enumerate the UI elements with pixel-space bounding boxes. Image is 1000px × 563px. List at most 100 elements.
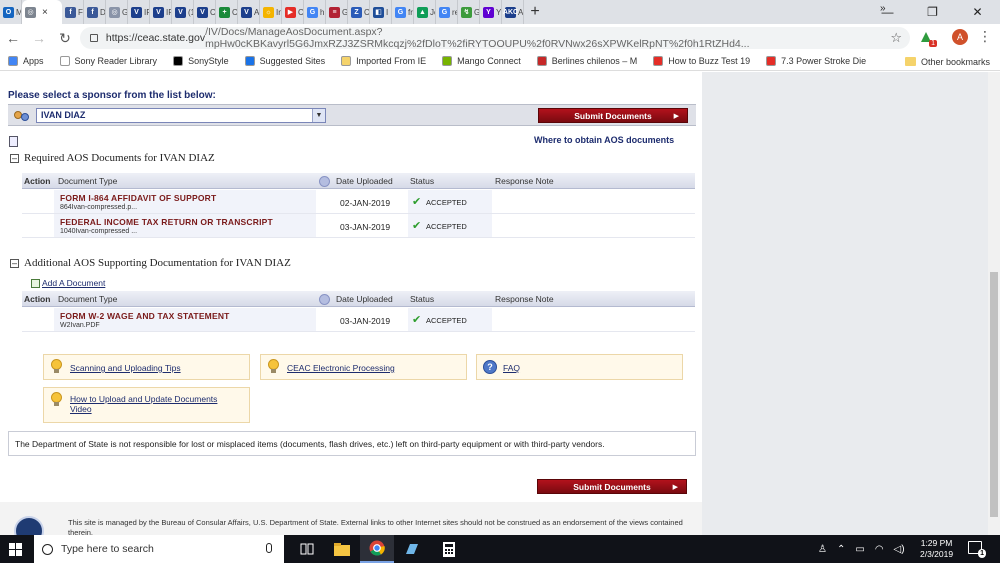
file-explorer-icon[interactable] xyxy=(325,535,359,563)
col-action: Action xyxy=(24,176,51,186)
bookmark-item[interactable]: Imported From IE xyxy=(333,56,434,66)
wifi-icon[interactable]: ◠ xyxy=(875,544,884,555)
col-response-note: Response Note xyxy=(495,294,554,304)
submit-documents-label: Submit Documents xyxy=(573,482,651,492)
chrome-icon[interactable] xyxy=(360,535,394,563)
calculator-icon[interactable] xyxy=(432,535,466,563)
document-type-link[interactable]: FORM I-864 AFFIDAVIT OF SUPPORT xyxy=(60,193,216,203)
tab-favicon-icon: ◎ xyxy=(109,6,120,18)
microphone-icon[interactable] xyxy=(266,543,272,553)
close-window-button[interactable]: ✕ xyxy=(955,0,1000,24)
lightbulb-icon xyxy=(51,359,62,373)
document-type-link[interactable]: FEDERAL INCOME TAX RETURN OR TRANSCRIPT xyxy=(60,217,273,227)
new-tab-button[interactable]: + xyxy=(524,3,546,21)
bookmark-label: 7.3 Power Stroke Die xyxy=(781,56,867,66)
required-table-header: Action Document Type Date Uploaded Statu… xyxy=(22,173,695,189)
bookmark-item[interactable]: Apps xyxy=(0,56,52,66)
browser-tab[interactable]: ≡ G xyxy=(326,0,348,24)
browser-tab[interactable]: Gfr xyxy=(392,0,414,24)
bookmark-item[interactable]: Berlines chilenos – M xyxy=(529,56,646,66)
restore-button[interactable]: ❐ xyxy=(910,0,955,24)
browser-tab[interactable]: Gre xyxy=(436,0,458,24)
address-bar[interactable]: https://ceac.state.gov/IV/Docs/ManageAos… xyxy=(80,26,910,50)
bookmark-item[interactable]: How to Buzz Test 19 xyxy=(645,56,758,66)
browser-tab[interactable]: + C xyxy=(216,0,238,24)
bookmark-item[interactable]: SonyStyle xyxy=(165,56,237,66)
browser-tab[interactable]: fFa xyxy=(62,0,84,24)
bookmark-star-icon[interactable]: ☆ xyxy=(890,30,902,46)
chevron-up-icon[interactable]: ⌃ xyxy=(837,544,845,555)
browser-tab[interactable]: fD xyxy=(84,0,106,24)
tab-favicon-icon: ≡ xyxy=(329,6,340,18)
bookmark-item[interactable]: 7.3 Power Stroke Die xyxy=(758,56,874,66)
browser-tab[interactable]: VA xyxy=(238,0,260,24)
required-section-header: – Required AOS Documents for IVAN DIAZ xyxy=(10,152,215,164)
help-box-scanning: Scanning and Uploading Tips xyxy=(43,354,250,380)
add-document-link[interactable]: Add A Document xyxy=(31,278,105,288)
upload-video-link[interactable]: How to Upload and Update Documents Video xyxy=(70,394,240,414)
browser-tab[interactable]: ▶ C xyxy=(282,0,304,24)
close-tab-icon[interactable]: × xyxy=(42,7,48,18)
additional-section-title: Additional AOS Supporting Documentation … xyxy=(24,257,291,269)
ceac-processing-link[interactable]: CEAC Electronic Processing xyxy=(287,363,395,373)
tab-favicon-icon: V xyxy=(241,6,252,18)
help-box-ceac: CEAC Electronic Processing xyxy=(260,354,467,380)
browser-tab[interactable]: ☼In xyxy=(260,0,282,24)
taskbar-clock[interactable]: 1:29 PM 2/3/2019 xyxy=(920,538,953,560)
extension-icon[interactable]: 1 xyxy=(918,29,937,47)
forward-icon[interactable]: → xyxy=(26,30,52,46)
chevron-down-icon[interactable]: ▼ xyxy=(312,109,325,122)
tab-favicon-icon: ☼ xyxy=(263,6,274,18)
browser-tab[interactable]: ↯ G xyxy=(458,0,480,24)
menu-icon[interactable]: ⋮ xyxy=(978,28,992,45)
browser-tab[interactable]: VIR xyxy=(150,0,172,24)
scrollbar-thumb[interactable] xyxy=(990,272,998,517)
other-bookmarks[interactable]: Other bookmarks xyxy=(905,52,990,71)
bookmark-label: SonyStyle xyxy=(188,56,229,66)
status-badge: ACCEPTED xyxy=(426,198,467,207)
taskbar-search[interactable]: Type here to search xyxy=(34,535,284,563)
browser-tab[interactable]: ZC xyxy=(348,0,370,24)
people-tray-icon[interactable]: ♙ xyxy=(818,544,827,555)
submit-documents-button[interactable]: Submit Documents ▶ xyxy=(538,108,688,123)
browser-tab[interactable]: OM xyxy=(0,0,22,24)
tab-label: fr xyxy=(408,7,413,17)
table-row: FORM I-864 AFFIDAVIT OF SUPPORT 864Ivan-c… xyxy=(22,190,695,214)
browser-tab[interactable]: AKC A xyxy=(502,0,524,24)
scanning-tips-link[interactable]: Scanning and Uploading Tips xyxy=(70,363,181,373)
collapse-icon[interactable]: – xyxy=(10,258,19,268)
disclaimer-text: The Department of State is not responsib… xyxy=(15,439,605,449)
volume-icon[interactable]: ◁) xyxy=(894,544,905,555)
profile-avatar[interactable]: A xyxy=(952,29,968,45)
start-button[interactable] xyxy=(0,535,30,563)
sponsor-select[interactable]: IVAN DIAZ ▼ xyxy=(36,108,326,123)
browser-tab[interactable]: ◧I I xyxy=(370,0,392,24)
where-to-obtain-link[interactable]: Where to obtain AOS documents xyxy=(534,135,674,145)
browser-tab[interactable]: VIR xyxy=(128,0,150,24)
page-scrollbar[interactable] xyxy=(988,72,1000,535)
browser-tab[interactable]: ▲Jc xyxy=(414,0,436,24)
browser-tab[interactable]: Ghi xyxy=(304,0,326,24)
document-filename: 1040Ivan-compressed ... xyxy=(60,228,138,235)
app-icon[interactable] xyxy=(395,535,429,563)
submit-documents-button-bottom[interactable]: Submit Documents ▶ xyxy=(537,479,687,494)
notification-icon[interactable]: 1 xyxy=(968,541,986,558)
bookmark-item[interactable]: Suggested Sites xyxy=(237,56,334,66)
back-icon[interactable]: ← xyxy=(0,30,26,46)
bookmark-item[interactable]: Sony Reader Library xyxy=(52,56,166,66)
browser-tab[interactable]: VC xyxy=(194,0,216,24)
task-view-icon[interactable] xyxy=(290,535,324,563)
document-type-link[interactable]: FORM W-2 WAGE AND TAX STATEMENT xyxy=(60,311,230,321)
browser-tab[interactable]: YYc xyxy=(480,0,502,24)
bookmarks-overflow-icon[interactable]: » xyxy=(880,3,886,14)
faq-link[interactable]: FAQ xyxy=(503,363,520,373)
windows-taskbar: Type here to search ♙ ⌃ ▭ ◠ ◁) 1:29 PM 2… xyxy=(0,535,1000,563)
browser-tab[interactable]: V(1 xyxy=(172,0,194,24)
browser-tab[interactable]: ◎ × xyxy=(22,0,62,24)
reload-icon[interactable]: ↻ xyxy=(52,30,78,47)
minimize-button[interactable]: — xyxy=(865,0,910,24)
browser-tab[interactable]: ◎ G xyxy=(106,0,128,24)
bookmark-item[interactable]: Mango Connect xyxy=(434,56,529,66)
collapse-icon[interactable]: – xyxy=(10,153,19,163)
battery-icon[interactable]: ▭ xyxy=(855,544,864,555)
